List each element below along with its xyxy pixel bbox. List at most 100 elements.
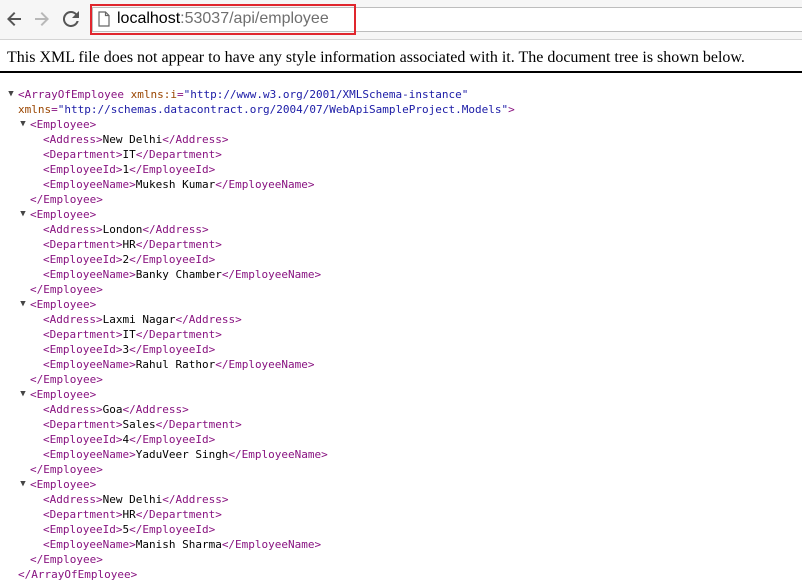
field-value: Laxmi Nagar: [102, 313, 176, 326]
field-value: Mukesh Kumar: [135, 178, 216, 191]
field-open-tag: <Department>: [43, 508, 123, 521]
root-attr-name: xmlns:i: [130, 88, 177, 101]
root-attr-name: xmlns: [18, 103, 52, 116]
url-text[interactable]: localhost:53037/api/employee: [117, 9, 329, 29]
employee-field-department: <Department>IT</Department>: [43, 327, 222, 342]
url-path: :53037/api/employee: [180, 10, 329, 27]
root-tag-open: <ArrayOfEmployee: [18, 88, 131, 101]
employee-field-address: <Address>Goa</Address>: [43, 402, 189, 417]
root-tag-close: </ArrayOfEmployee>: [18, 568, 138, 581]
field-open-tag: <EmployeeName>: [43, 538, 136, 551]
field-close-tag: </Address>: [122, 403, 189, 416]
employee-tag: <Employee>: [30, 478, 97, 491]
employee-tag: </Employee>: [30, 553, 103, 566]
field-open-tag: <Address>: [43, 223, 103, 236]
field-value: IT: [122, 328, 136, 341]
root-attr-value: "http://www.w3.org/2001/XMLSchema-instan…: [183, 88, 469, 101]
field-close-tag: </EmployeeId>: [129, 343, 216, 356]
field-value: Sales: [122, 418, 156, 431]
field-open-tag: <EmployeeName>: [43, 178, 136, 191]
divider: [0, 71, 802, 73]
employee-field-department: <Department>HR</Department>: [43, 507, 222, 522]
employee-field-department: <Department>HR</Department>: [43, 237, 222, 252]
field-value: IT: [122, 148, 136, 161]
field-open-tag: <Department>: [43, 148, 123, 161]
collapse-toggle-icon[interactable]: ▼: [18, 117, 28, 132]
root-attr-value: "http://schemas.datacontract.org/2004/07…: [57, 103, 509, 116]
employee-field-employeename: <EmployeeName>Banky Chamber</EmployeeNam…: [43, 267, 321, 282]
field-open-tag: <EmployeeName>: [43, 448, 136, 461]
tag-bracket: >: [508, 103, 515, 116]
collapse-toggle-icon[interactable]: ▼: [18, 297, 28, 312]
collapse-toggle-icon[interactable]: ▼: [18, 387, 28, 402]
collapse-toggle-icon[interactable]: ▼: [18, 207, 28, 222]
field-value: YaduVeer Singh: [135, 448, 229, 461]
field-value: New Delhi: [102, 493, 163, 506]
employee-field-employeeid: <EmployeeId>3</EmployeeId>: [43, 342, 215, 357]
field-open-tag: <Address>: [43, 493, 103, 506]
field-value: Manish Sharma: [135, 538, 222, 551]
field-close-tag: </Address>: [162, 133, 229, 146]
employee-field-address: <Address>London</Address>: [43, 222, 209, 237]
employee-field-employeename: <EmployeeName>Mukesh Kumar</EmployeeName…: [43, 177, 315, 192]
field-close-tag: </Address>: [175, 313, 242, 326]
field-close-tag: </EmployeeName>: [221, 268, 322, 281]
employee-field-employeeid: <EmployeeId>1</EmployeeId>: [43, 162, 215, 177]
field-open-tag: <EmployeeId>: [43, 163, 123, 176]
reload-icon: [63, 11, 79, 27]
field-close-tag: </Department>: [135, 508, 222, 521]
employee-field-address: <Address>New Delhi</Address>: [43, 492, 228, 507]
field-open-tag: <Address>: [43, 133, 103, 146]
employee-close-tag: </Employee>: [30, 282, 103, 297]
employee-field-employeename: <EmployeeName>Manish Sharma</EmployeeNam…: [43, 537, 321, 552]
field-open-tag: <Address>: [43, 403, 103, 416]
field-open-tag: <Department>: [43, 328, 123, 341]
field-close-tag: </EmployeeId>: [129, 163, 216, 176]
employee-close-tag: </Employee>: [30, 552, 103, 567]
field-open-tag: <EmployeeName>: [43, 268, 136, 281]
xml-style-info-message: This XML file does not appear to have an…: [7, 49, 745, 66]
field-open-tag: <Department>: [43, 418, 123, 431]
employee-tag: </Employee>: [30, 373, 103, 386]
employee-open-tag: <Employee>: [30, 477, 96, 492]
employee-field-address: <Address>Laxmi Nagar</Address>: [43, 312, 242, 327]
employee-open-tag: <Employee>: [30, 297, 96, 312]
field-close-tag: </EmployeeId>: [129, 523, 216, 536]
field-open-tag: <EmployeeId>: [43, 343, 123, 356]
employee-field-employeeid: <EmployeeId>2</EmployeeId>: [43, 252, 215, 267]
field-close-tag: </Department>: [135, 148, 222, 161]
field-value: London: [102, 223, 143, 236]
field-close-tag: </Address>: [162, 493, 229, 506]
field-open-tag: <Department>: [43, 238, 123, 251]
field-close-tag: </EmployeeId>: [129, 253, 216, 266]
employee-open-tag: <Employee>: [30, 387, 96, 402]
back-button[interactable]: [4, 9, 24, 29]
field-value: HR: [122, 508, 136, 521]
employee-field-department: <Department>IT</Department>: [43, 147, 222, 162]
collapse-toggle-icon[interactable]: ▼: [18, 477, 28, 492]
arrow-right-icon: [35, 12, 49, 26]
forward-button[interactable]: [32, 9, 52, 29]
field-value: Rahul Rathor: [135, 358, 216, 371]
employee-tag: </Employee>: [30, 463, 103, 476]
employee-open-tag: <Employee>: [30, 117, 96, 132]
field-close-tag: </EmployeeName>: [221, 538, 322, 551]
xml-root-open: <ArrayOfEmployee xmlns:i="http://www.w3.…: [18, 87, 468, 102]
employee-tag: <Employee>: [30, 298, 97, 311]
employee-tag: <Employee>: [30, 388, 97, 401]
field-close-tag: </Department>: [135, 328, 222, 341]
field-open-tag: <EmployeeId>: [43, 523, 123, 536]
employee-field-employeename: <EmployeeName>YaduVeer Singh</EmployeeNa…: [43, 447, 328, 462]
field-open-tag: <EmployeeId>: [43, 253, 123, 266]
field-open-tag: <Address>: [43, 313, 103, 326]
field-value: New Delhi: [102, 133, 163, 146]
employee-field-employeename: <EmployeeName>Rahul Rathor</EmployeeName…: [43, 357, 315, 372]
browser-toolbar: localhost:53037/api/employee: [0, 0, 802, 40]
page-icon: [98, 11, 110, 27]
employee-close-tag: </Employee>: [30, 462, 103, 477]
field-close-tag: </Address>: [142, 223, 209, 236]
employee-close-tag: </Employee>: [30, 372, 103, 387]
collapse-toggle-icon[interactable]: ▼: [6, 87, 16, 102]
field-open-tag: <EmployeeId>: [43, 433, 123, 446]
reload-button[interactable]: [61, 9, 81, 29]
